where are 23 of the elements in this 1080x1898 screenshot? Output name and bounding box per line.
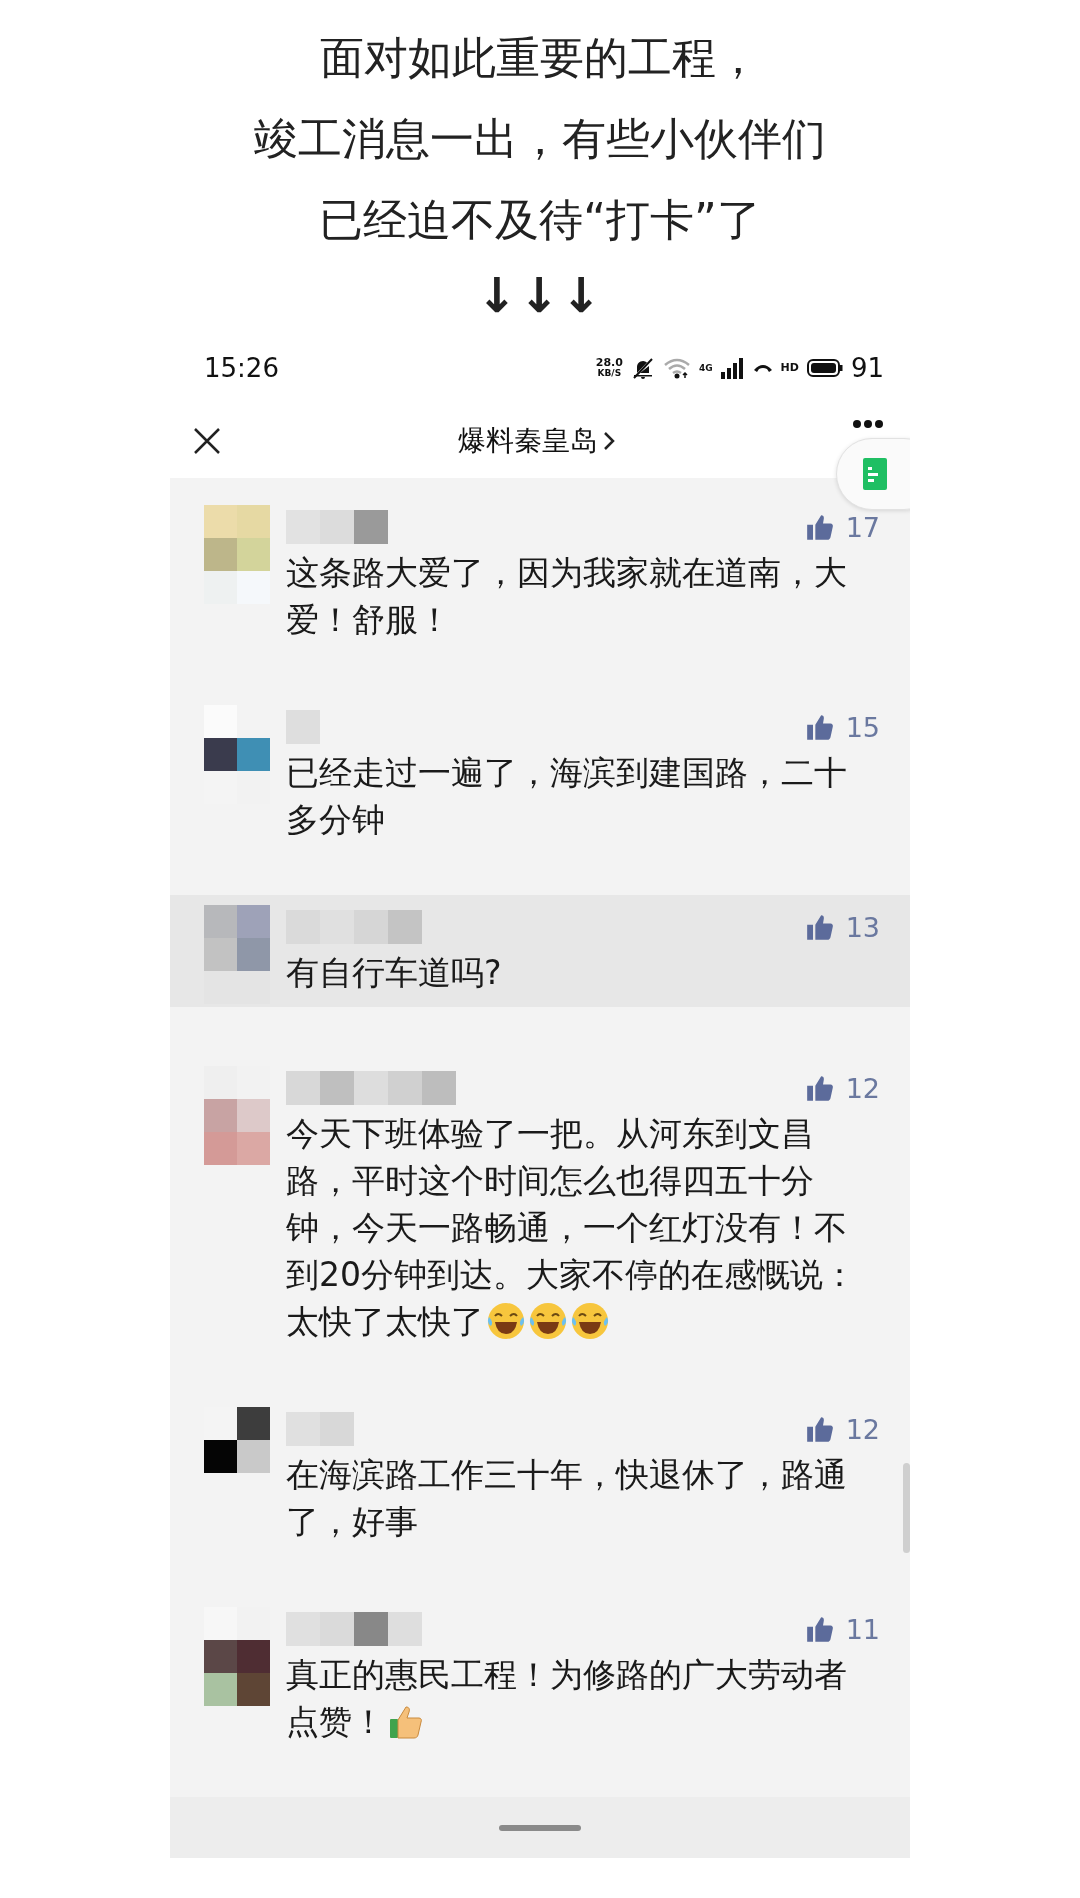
like-button[interactable]: 12 [805,1072,880,1104]
net-speed-unit: KB/S [597,367,622,379]
like-button[interactable]: 15 [805,711,880,743]
hd-label: HD [780,361,799,375]
comment-text: 这条路大爱了，因为我家就在道南，大爱！舒服！ [286,552,848,642]
comment-text: 今天下班体验了一把。从河东到文昌路，平时这个时间怎么也得四五十分钟，今天一路畅通，一个红灯没有！不到20分钟到达。大家不停的在感慨说：太快了太快了 [286,1113,857,1344]
comment-text: 已经走过一遍了，海滨到建国路，二十多分钟 [286,752,848,842]
caption-line: 竣工消息一出，有些小伙伴们 [254,112,826,166]
network-type: 4G [698,362,713,373]
comment-text: 真正的惠民工程！为修路的广大劳动者点赞！ [286,1654,848,1744]
account-title[interactable]: 爆料秦皇岛 [458,421,616,460]
caption-line: 面对如此重要的工程， [320,31,760,85]
down-arrows: ↓↓↓ [476,266,604,325]
net-speed: 28.0 [595,356,623,368]
like-button[interactable]: 17 [805,511,880,543]
like-button[interactable]: 12 [805,1413,880,1445]
battery-percent: 91 [850,352,884,383]
like-button[interactable]: 11 [805,1613,880,1645]
status-time: 15:26 [204,352,279,383]
comment-text: 在海滨路工作三十年，快退休了，路通了，好事 [286,1454,848,1544]
like-button[interactable]: 13 [805,911,880,943]
caption-line: 已经迫不及待“打卡”了 [319,193,761,247]
comment-text: 有自行车道吗? [286,952,503,995]
